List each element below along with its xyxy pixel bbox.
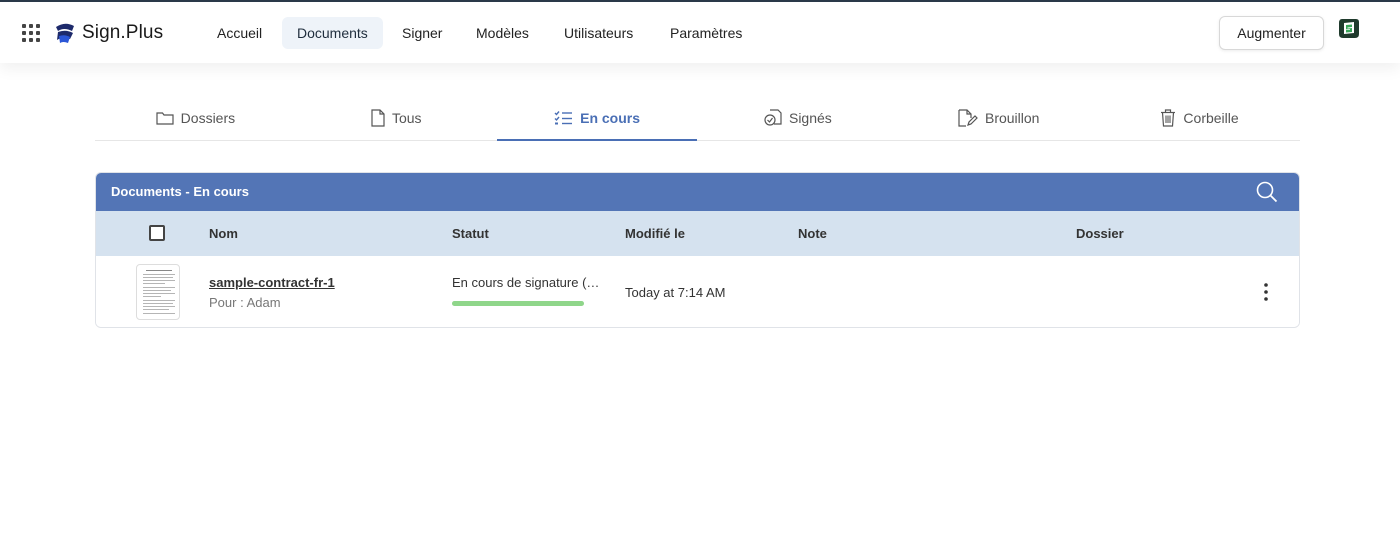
tab-signes[interactable]: Signés: [697, 95, 898, 140]
logo-text: Sign.Plus: [82, 22, 164, 43]
status-progress-bar: [452, 301, 584, 306]
top-navbar: Sign.Plus Accueil Documents Signer Modèl…: [0, 2, 1400, 63]
tab-dossiers[interactable]: Dossiers: [95, 95, 296, 140]
panel-title: Documents - En cours: [111, 184, 249, 199]
column-header-modified[interactable]: Modifié le: [625, 226, 685, 241]
table-row[interactable]: sample-contract-fr-1 Pour : Adam En cour…: [96, 256, 1299, 327]
table-header: Nom Statut Modifié le Note Dossier: [96, 211, 1299, 256]
trash-icon: [1161, 108, 1176, 127]
documents-panel: Documents - En cours Nom Statut Modifié …: [95, 172, 1300, 328]
more-options-icon[interactable]: [1258, 282, 1274, 302]
nav-modeles[interactable]: Modèles: [461, 17, 544, 49]
app-grid-icon[interactable]: [22, 24, 40, 42]
select-all-checkbox[interactable]: [149, 225, 165, 241]
logo-mark-icon: [56, 23, 74, 43]
file-icon: [371, 108, 385, 127]
column-header-name[interactable]: Nom: [209, 226, 238, 241]
nav-utilisateurs[interactable]: Utilisateurs: [549, 17, 648, 49]
draft-icon: [958, 108, 978, 127]
folder-icon: [156, 111, 174, 125]
upgrade-button[interactable]: Augmenter: [1219, 16, 1324, 50]
checklist-icon: [554, 110, 573, 124]
tab-label: Tous: [391, 109, 422, 126]
panel-header: Documents - En cours: [96, 173, 1299, 211]
avatar[interactable]: [1338, 17, 1360, 39]
tab-label: Corbeille: [1183, 109, 1239, 126]
document-thumbnail[interactable]: [136, 264, 180, 320]
tab-label: Dossiers: [180, 109, 236, 126]
logo[interactable]: Sign.Plus: [54, 21, 163, 45]
tab-corbeille[interactable]: Corbeille: [1099, 95, 1300, 140]
status-progress-fill: [452, 301, 584, 306]
nav-accueil[interactable]: Accueil: [202, 17, 277, 49]
column-header-folder[interactable]: Dossier: [1076, 226, 1124, 241]
search-icon[interactable]: [1256, 181, 1278, 203]
nav-signer[interactable]: Signer: [387, 17, 457, 49]
tab-label: Signés: [788, 109, 832, 126]
signed-icon: [764, 108, 782, 126]
status-text: En cours de signature (…: [452, 275, 600, 290]
document-recipient: Pour : Adam: [209, 295, 281, 310]
nav-parametres[interactable]: Paramètres: [655, 17, 757, 49]
tab-label: Brouillon: [984, 109, 1040, 126]
column-header-note[interactable]: Note: [798, 226, 827, 241]
tab-tous[interactable]: Tous: [296, 95, 497, 140]
tab-en-cours[interactable]: En cours: [496, 95, 698, 141]
tab-label: En cours: [580, 109, 641, 126]
document-name-link[interactable]: sample-contract-fr-1: [209, 275, 335, 290]
nav-documents[interactable]: Documents: [282, 17, 383, 49]
tab-brouillon[interactable]: Brouillon: [898, 95, 1099, 140]
document-tabs: Dossiers Tous En cours Signés Brouillon …: [95, 95, 1300, 141]
column-header-status[interactable]: Statut: [452, 226, 489, 241]
modified-date: Today at 7:14 AM: [625, 285, 726, 300]
